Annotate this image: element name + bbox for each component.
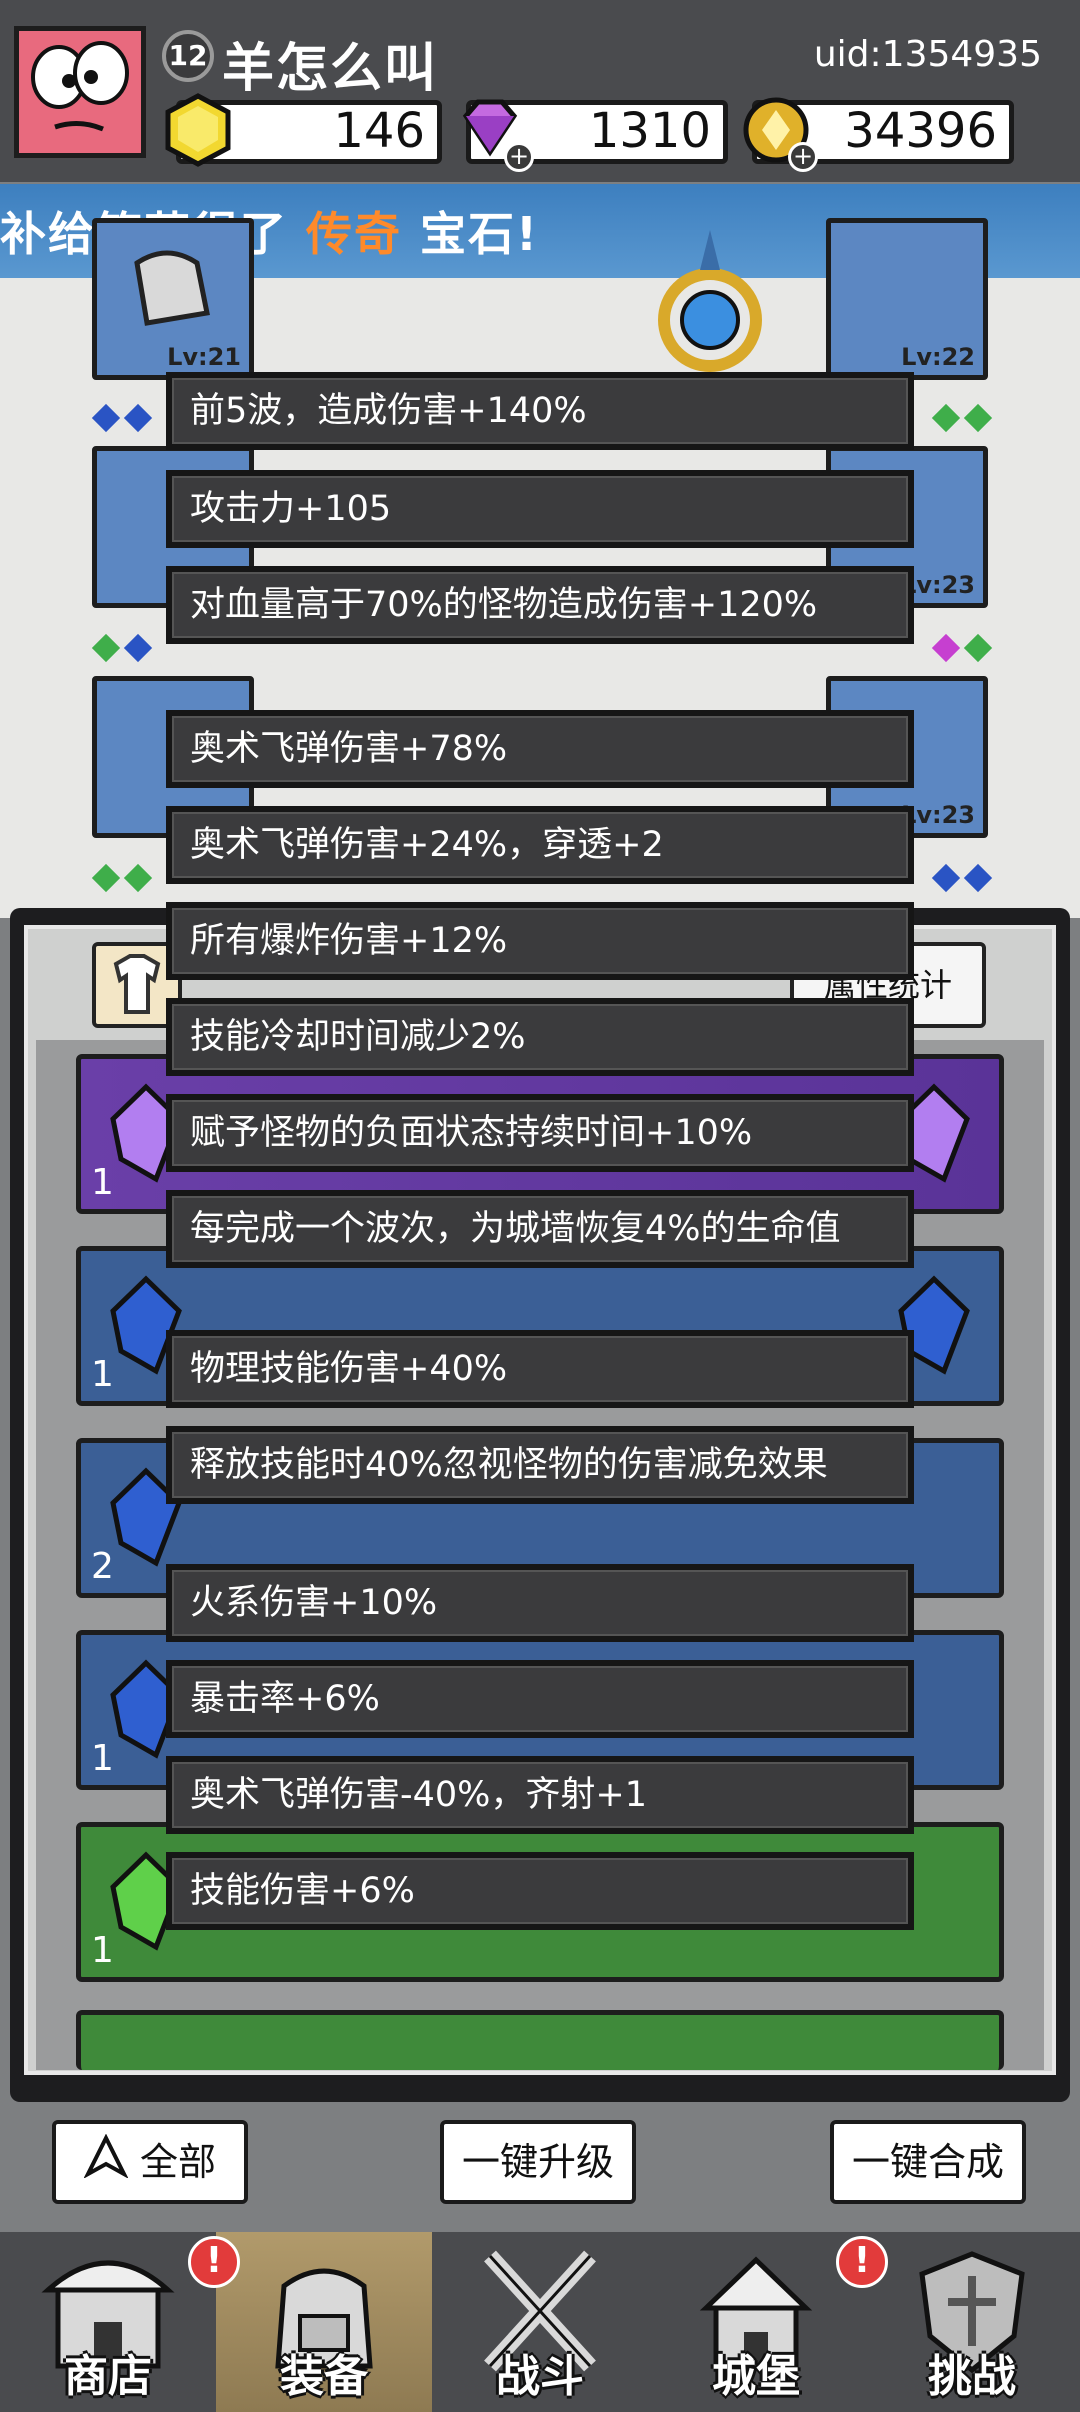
nav-castle[interactable]: 城堡 — [648, 2232, 864, 2412]
stat-line: 物理技能伤害+40% — [166, 1330, 914, 1408]
stat-line: 释放技能时40%忽视怪物的伤害减免效果 — [166, 1426, 914, 1504]
gold-gem-icon — [165, 93, 231, 167]
gem-row-green-2[interactable] — [76, 2010, 1004, 2070]
shop-alert-badge: ! — [188, 2236, 240, 2288]
nav-challenge[interactable]: 挑战 — [864, 2232, 1080, 2412]
stat-line: 赋予怪物的负面状态持续时间+10% — [166, 1094, 914, 1172]
nav-battle-label: 战斗 — [496, 2351, 584, 2402]
gem-count: 1 — [91, 1930, 114, 1971]
triangle-filter-icon — [83, 2127, 129, 2203]
stat-line: 技能伤害+6% — [166, 1852, 914, 1930]
stat-line: 奥术飞弹伤害+78% — [166, 710, 914, 788]
filter-all-label: 全部 — [140, 2140, 217, 2184]
gem-count: 1 — [91, 1354, 114, 1395]
stat-line: 技能冷却时间减少2% — [166, 998, 914, 1076]
stat-line: 奥术飞弹伤害-40%，齐射+1 — [166, 1756, 914, 1834]
stat-line: 火系伤害+10% — [166, 1564, 914, 1642]
nav-shop-label: 商店 — [64, 2351, 152, 2402]
username: 羊怎么叫 — [222, 39, 439, 99]
stat-line: 攻击力+105 — [166, 470, 914, 548]
nav-castle-label: 城堡 — [712, 2351, 800, 2402]
upgrade-all-button[interactable]: 一键升级 — [440, 2120, 636, 2204]
banner-message: 补给箱获得了 传奇 宝石! — [0, 198, 539, 264]
banner-highlight: 传奇 — [306, 207, 403, 261]
nav-challenge-label: 挑战 — [928, 2351, 1016, 2402]
stat-line: 所有爆炸伤害+12% — [166, 902, 914, 980]
add-coin-button[interactable]: + — [788, 142, 818, 172]
equip-level: Lv:21 — [167, 343, 241, 371]
castle-alert-badge: ! — [836, 2236, 888, 2288]
filter-all-button[interactable]: 全部 — [52, 2120, 248, 2204]
stat-line: 每完成一个波次，为城墙恢复4%的生命值 — [166, 1190, 914, 1268]
stat-line: 奥术飞弹伤害+24%，穿透+2 — [166, 806, 914, 884]
stat-line: 暴击率+6% — [166, 1660, 914, 1738]
stat-line: 对血量高于70%的怪物造成伤害+120% — [166, 566, 914, 644]
nav-equipment-label: 装备 — [280, 2351, 368, 2402]
equip-slot-arm[interactable]: Lv:22 — [826, 218, 988, 380]
stat-line: 前5波，造成伤害+140% — [166, 372, 914, 450]
equip-slot-weapon[interactable]: Lv:21 — [92, 218, 254, 380]
nav-battle[interactable]: 战斗 — [432, 2232, 648, 2412]
banner-suffix: 宝石! — [402, 207, 540, 261]
gem-count: 1 — [91, 1738, 114, 1779]
nav-equipment[interactable]: 装备 — [216, 2232, 432, 2412]
gem-count: 2 — [91, 1546, 114, 1587]
gem-count: 1 — [91, 1162, 114, 1203]
avatar-face-icon — [31, 41, 129, 132]
merge-all-button[interactable]: 一键合成 — [830, 2120, 1026, 2204]
add-diamond-button[interactable]: + — [504, 142, 534, 172]
nav-shop[interactable]: 商店 — [0, 2232, 216, 2412]
user-id: uid:1354935 — [813, 34, 1042, 75]
level-badge: 12 — [162, 30, 214, 82]
avatar[interactable] — [14, 26, 146, 158]
equip-level: Lv:22 — [901, 343, 975, 371]
